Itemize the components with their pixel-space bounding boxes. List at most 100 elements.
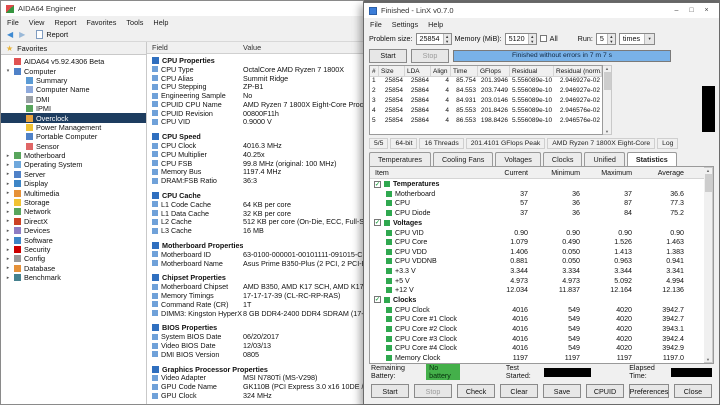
menu-item[interactable]: File <box>370 20 382 29</box>
menu-item[interactable]: File <box>7 18 19 27</box>
sensor-icon <box>386 209 392 216</box>
maximize-icon[interactable]: □ <box>684 3 699 18</box>
sensor-label: +5 V <box>395 276 410 285</box>
tree-item[interactable]: ▸ Motherboard <box>1 151 146 160</box>
tree-expander-icon[interactable]: ▸ <box>5 256 11 262</box>
tree-expander-icon[interactable]: ▸ <box>5 162 11 168</box>
all-checkbox[interactable] <box>539 35 547 42</box>
spinner-arrows-icon[interactable] <box>442 33 451 44</box>
tab[interactable]: Cooling Fans <box>432 152 494 166</box>
tree-expander-icon[interactable]: ▸ <box>5 275 11 281</box>
scrollbar-thumb[interactable] <box>603 72 611 90</box>
menu-item[interactable]: Help <box>428 20 443 29</box>
group-checkbox[interactable] <box>374 296 381 304</box>
tree-item[interactable]: ▸ Benchmark <box>1 273 146 282</box>
close-icon[interactable]: × <box>699 3 714 18</box>
tab[interactable]: Statistics <box>626 152 677 166</box>
menu-item[interactable]: Report <box>54 18 76 27</box>
footer-button[interactable]: Stop <box>414 384 452 398</box>
report-button[interactable]: Report <box>31 30 73 39</box>
tree-item[interactable]: ▸ Server <box>1 170 146 179</box>
tree-item[interactable]: ▸ DirectX <box>1 217 146 226</box>
log-button[interactable]: Log <box>657 138 679 149</box>
group-checkbox[interactable] <box>374 219 381 227</box>
memory-stepper[interactable]: 5120 <box>504 32 537 45</box>
tab[interactable]: Unified <box>584 152 625 166</box>
scroll-up-icon[interactable] <box>605 66 609 71</box>
menu-item[interactable]: Help <box>153 18 168 27</box>
stop-button[interactable]: Stop <box>411 48 449 63</box>
tree-expander-icon[interactable]: ▸ <box>5 209 11 215</box>
tree-item[interactable]: ▸ Operating System <box>1 160 146 169</box>
menu-item[interactable]: Favorites <box>86 18 116 27</box>
linx-titlebar[interactable]: Finished - LinX v0.7.0 – □ × <box>364 3 719 18</box>
tree-item[interactable]: Computer Name <box>1 85 146 94</box>
tree-item[interactable]: ▸ Multimedia <box>1 188 146 198</box>
field-column-header[interactable]: Field <box>147 43 243 52</box>
tree-item[interactable]: ▸ Display <box>1 179 146 188</box>
tree-item[interactable]: ▸ Database <box>1 264 146 273</box>
tree-expander-icon[interactable]: ▾ <box>5 68 11 74</box>
sensor-average: 3942.4 <box>662 334 684 343</box>
value-column-header[interactable]: Value <box>243 43 261 52</box>
menu-item[interactable]: Tools <box>126 18 143 27</box>
footer-button[interactable]: CPUID <box>586 384 624 398</box>
aida64-titlebar[interactable]: AIDA64 Engineer <box>1 1 363 16</box>
tab[interactable]: Voltages <box>495 152 541 166</box>
tree-item[interactable]: ▸ Network <box>1 207 146 216</box>
spinner-arrows-icon[interactable] <box>606 33 615 44</box>
tab-favorites[interactable]: Favorites <box>1 42 146 55</box>
property-field: Command Rate (CR) <box>161 299 229 309</box>
tree-expander-icon[interactable]: ▸ <box>5 247 11 253</box>
tree-item[interactable]: Power Management <box>1 123 146 132</box>
times-dropdown[interactable]: times <box>618 32 656 45</box>
group-checkbox[interactable] <box>374 180 381 188</box>
tree-item[interactable]: ▸ Devices <box>1 226 146 235</box>
footer-button[interactable]: Save <box>543 384 581 398</box>
tree-expander-icon[interactable]: ▸ <box>5 190 11 196</box>
footer-button[interactable]: Start <box>371 384 409 398</box>
menu-item[interactable]: Settings <box>392 20 418 29</box>
tree-item[interactable]: ▸ Software <box>1 235 146 245</box>
back-arrow-icon[interactable] <box>7 31 13 39</box>
vertical-scrollbar[interactable] <box>704 167 713 363</box>
tree-item[interactable]: Summary <box>1 76 146 85</box>
vertical-scrollbar[interactable] <box>603 65 612 135</box>
tree-expander-icon[interactable]: ▸ <box>5 181 11 187</box>
tree-expander-icon[interactable]: ▸ <box>5 265 11 271</box>
tab[interactable]: Temperatures <box>369 152 431 166</box>
tree-item[interactable]: ▸ Config <box>1 254 146 263</box>
tree-expander-icon[interactable]: ▸ <box>5 218 11 224</box>
tree-item[interactable]: ▸ Security <box>1 245 146 254</box>
tree-expander-icon[interactable]: ▸ <box>5 200 11 206</box>
run-stepper[interactable]: 5 <box>595 32 616 45</box>
minimize-icon[interactable]: – <box>669 3 684 18</box>
footer-button[interactable]: Clear <box>500 384 538 398</box>
tree-item[interactable]: Portable Computer <box>1 132 146 141</box>
tree-item[interactable]: Overclock <box>1 113 146 123</box>
tree-item[interactable]: ▸ Storage <box>1 198 146 207</box>
tree-expander-icon[interactable]: ▸ <box>5 228 11 234</box>
tree-expander-icon[interactable]: ▸ <box>5 171 11 177</box>
problem-size-stepper[interactable]: 25854 <box>415 32 452 45</box>
footer-button[interactable]: Check <box>457 384 495 398</box>
scroll-down-icon[interactable] <box>706 357 710 362</box>
forward-arrow-icon[interactable] <box>19 31 25 39</box>
tree-item[interactable]: IPMI <box>1 104 146 113</box>
footer-button[interactable]: Close <box>674 384 712 398</box>
scroll-up-icon[interactable] <box>706 168 710 173</box>
footer-button[interactable]: Preferences <box>629 384 669 398</box>
start-button[interactable]: Start <box>369 48 407 63</box>
tree-item[interactable]: Sensor <box>1 142 146 151</box>
tree-expander-icon[interactable]: ▸ <box>5 237 11 243</box>
scrollbar-thumb[interactable] <box>704 174 712 192</box>
tree-item[interactable]: ▾ Computer <box>1 66 146 76</box>
tree-item[interactable]: DMI <box>1 95 146 104</box>
tree-item[interactable]: AIDA64 v5.92.4306 Beta <box>1 57 146 66</box>
scroll-down-icon[interactable] <box>605 129 609 134</box>
spinner-arrows-icon[interactable] <box>527 33 536 44</box>
menu-item[interactable]: View <box>29 18 45 27</box>
section-header-row: Motherboard Properties <box>147 241 363 250</box>
tree-expander-icon[interactable]: ▸ <box>5 153 11 159</box>
tab[interactable]: Clocks <box>542 152 583 166</box>
